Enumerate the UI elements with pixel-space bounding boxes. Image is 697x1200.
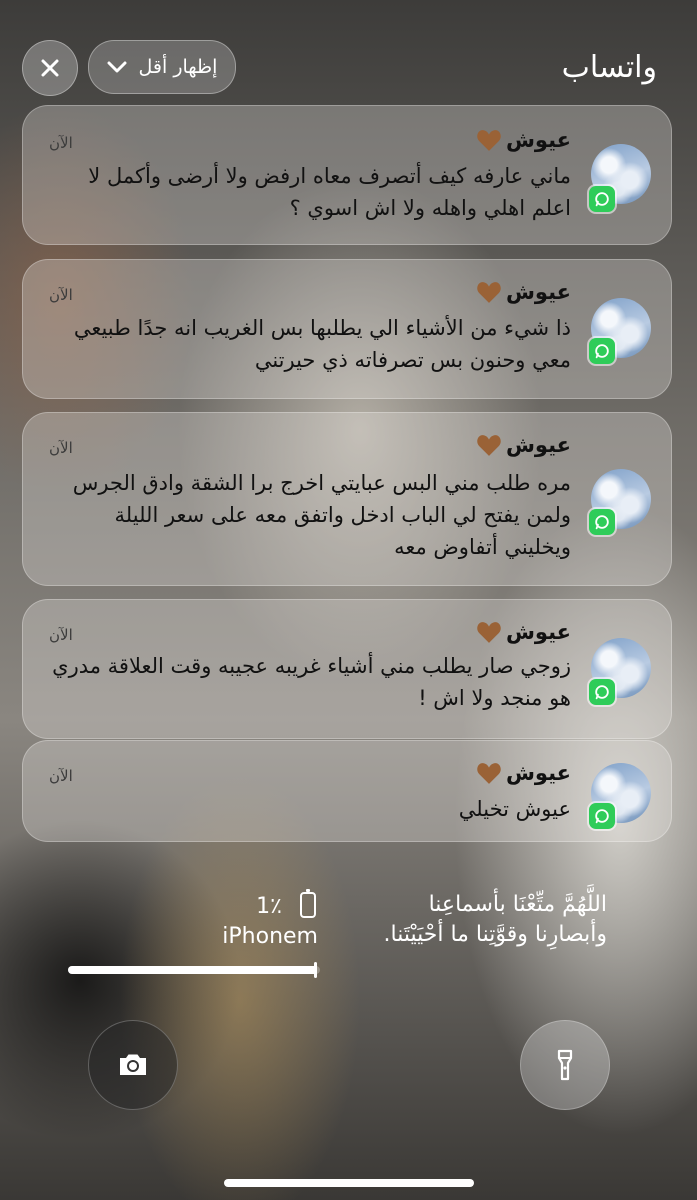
notification-body: زوجي صار يطلب مني أشياء غريبه عجيبه وقت …	[52, 654, 571, 710]
notification-card[interactable]: عيوش الآن ذا شيء من الأشياء الي يطلبها ب…	[22, 259, 672, 399]
close-icon	[41, 59, 59, 77]
dua-widget-text: اللَّهُمَّ متِّعْنَا بأسماعِنا وأبصارِنا…	[383, 892, 608, 947]
notification-sender: عيوش	[476, 433, 571, 457]
whatsapp-icon	[589, 803, 615, 829]
whatsapp-icon	[589, 679, 615, 705]
notification-sender: عيوش	[476, 620, 571, 644]
notification-card[interactable]: عيوش الآن زوجي صار يطلب مني أشياء غريبه …	[22, 599, 672, 739]
brown-heart-icon	[477, 763, 501, 784]
camera-icon	[120, 1054, 146, 1075]
flashlight-button[interactable]	[520, 1020, 610, 1110]
close-notification-group-button[interactable]	[22, 40, 78, 96]
notification-time: الآن	[49, 286, 73, 304]
notification-body: ذا شيء من الأشياء الي يطلبها بس الغريب ا…	[73, 316, 571, 372]
device-name: iPhonem	[222, 924, 318, 949]
media-progress-fill	[68, 966, 317, 974]
media-progress-end-marker	[314, 962, 317, 978]
notification-time: الآن	[49, 134, 73, 152]
media-progress-bar	[68, 966, 320, 974]
notification-time: الآن	[49, 626, 73, 644]
notification-sender: عيوش	[476, 280, 571, 304]
notification-card[interactable]: عيوش الآن عيوش تخيلي	[22, 740, 672, 842]
brown-heart-icon	[477, 130, 501, 151]
whatsapp-icon	[589, 186, 615, 212]
brown-heart-icon	[477, 282, 501, 303]
flashlight-icon	[557, 1049, 573, 1081]
show-less-label: إظهار أقل	[138, 56, 218, 78]
brown-heart-icon	[477, 622, 501, 643]
notification-body: مره طلب مني البس عبايتي اخرج برا الشقة و…	[72, 471, 571, 559]
battery-icon	[300, 889, 316, 918]
chevron-down-icon	[107, 61, 127, 73]
battery-widget: 1٪ iPhonem	[200, 888, 320, 949]
notification-sender: عيوش	[476, 128, 571, 152]
notification-body: عيوش تخيلي	[458, 797, 571, 821]
home-indicator[interactable]	[224, 1179, 474, 1187]
whatsapp-icon	[589, 338, 615, 364]
notification-time: الآن	[49, 767, 73, 785]
notification-sender: عيوش	[476, 761, 571, 785]
battery-percent: 1٪	[256, 894, 282, 919]
notification-card[interactable]: عيوش الآن ماني عارفه كيف أتصرف معاه ارفض…	[22, 105, 672, 245]
notification-time: الآن	[49, 439, 73, 457]
camera-button[interactable]	[88, 1020, 178, 1110]
brown-heart-icon	[477, 435, 501, 456]
whatsapp-icon	[589, 509, 615, 535]
app-group-title: واتساب	[561, 50, 657, 85]
show-less-button[interactable]: إظهار أقل	[88, 40, 236, 94]
notification-body: ماني عارفه كيف أتصرف معاه ارفض ولا أرضى …	[88, 164, 571, 220]
notification-card[interactable]: عيوش الآن مره طلب مني البس عبايتي اخرج ب…	[22, 412, 672, 586]
